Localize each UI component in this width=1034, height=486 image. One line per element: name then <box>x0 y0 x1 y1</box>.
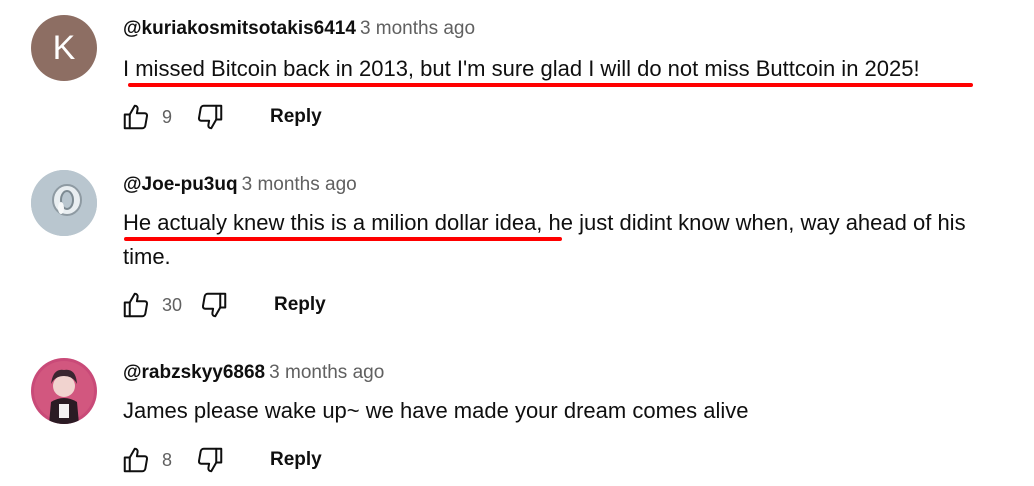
anime-character-avatar-icon <box>31 358 97 424</box>
dislike-button[interactable] <box>196 287 232 323</box>
avatar[interactable]: K <box>31 15 97 81</box>
dislike-button[interactable] <box>192 442 228 478</box>
comment-author[interactable]: @kuriakosmitsotakis6414 <box>123 18 356 39</box>
thumbs-down-icon <box>197 104 223 130</box>
comment-time[interactable]: 3 months ago <box>269 362 384 383</box>
like-button[interactable] <box>118 287 154 323</box>
red-underline-annotation <box>124 237 562 241</box>
reply-button[interactable]: Reply <box>270 449 322 471</box>
comment-text: I missed Bitcoin back in 2013, but I'm s… <box>123 56 920 81</box>
like-button[interactable] <box>118 442 154 478</box>
comment-header: @Joe-pu3uq 3 months ago <box>123 174 357 196</box>
comment-text: James please wake up~ we have made your … <box>123 398 749 423</box>
comment-actions: 9 Reply <box>118 99 322 135</box>
comment-header: @rabzskyy6868 3 months ago <box>123 362 384 384</box>
comment-header: @kuriakosmitsotakis6414 3 months ago <box>123 18 475 40</box>
comment-item: @Joe-pu3uq 3 months ago He actualy knew t… <box>0 150 1034 340</box>
comment-actions: 30 Reply <box>118 287 326 323</box>
comment-actions: 8 Reply <box>118 442 322 478</box>
comment-item: K @kuriakosmitsotakis6414 3 months ago I … <box>0 0 1034 150</box>
reply-button[interactable]: Reply <box>274 294 326 316</box>
red-underline-annotation <box>128 83 973 87</box>
thumbs-down-icon <box>197 447 223 473</box>
avatar[interactable] <box>31 358 97 424</box>
thumbs-up-icon <box>123 447 149 473</box>
thumbs-down-icon <box>201 292 227 318</box>
ring-photo-avatar-icon <box>31 170 97 236</box>
like-count: 8 <box>162 449 173 470</box>
thumbs-up-icon <box>123 292 149 318</box>
dislike-button[interactable] <box>192 99 228 135</box>
avatar-letter: K <box>52 28 76 67</box>
like-button[interactable] <box>118 99 154 135</box>
avatar[interactable] <box>31 170 97 236</box>
like-count: 30 <box>162 294 183 315</box>
comment-author[interactable]: @rabzskyy6868 <box>123 362 265 383</box>
comment-author[interactable]: @Joe-pu3uq <box>123 174 238 195</box>
comment-time[interactable]: 3 months ago <box>360 18 475 39</box>
like-count: 9 <box>162 106 173 127</box>
comment-item: @rabzskyy6868 3 months ago James please w… <box>0 340 1034 486</box>
thumbs-up-icon <box>123 104 149 130</box>
reply-button[interactable]: Reply <box>270 106 322 128</box>
comment-time[interactable]: 3 months ago <box>242 174 357 195</box>
